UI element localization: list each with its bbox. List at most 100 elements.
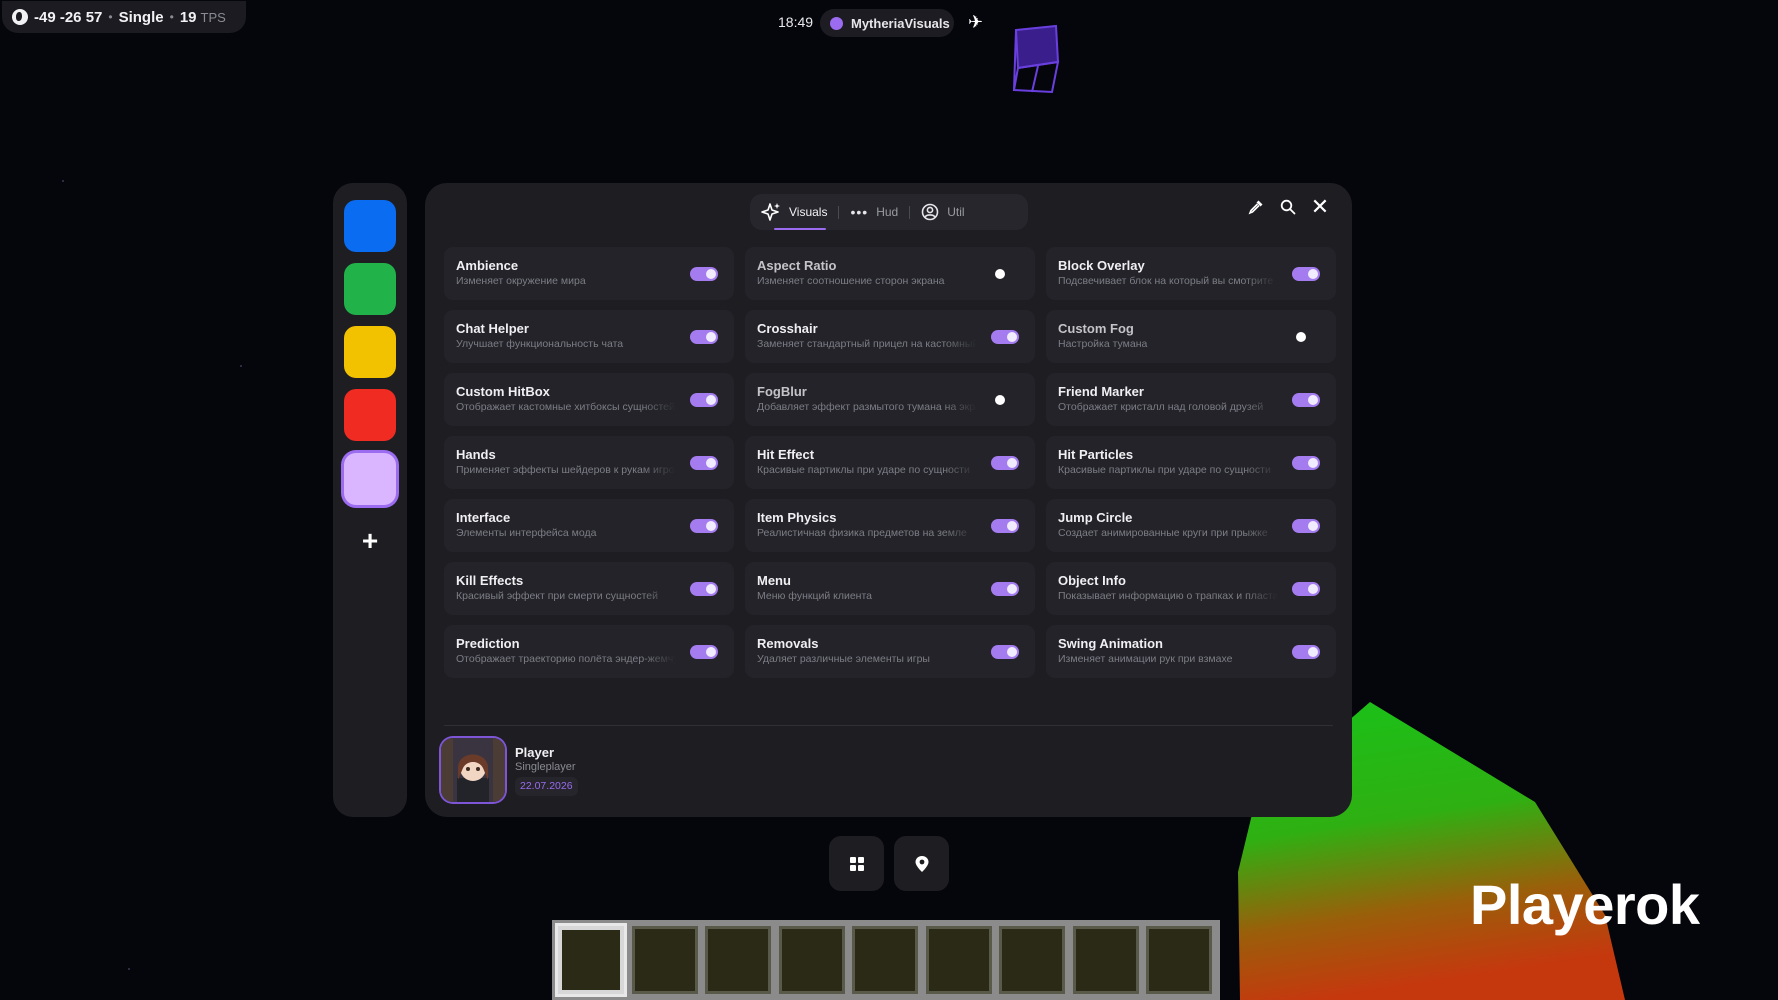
module-toggle[interactable]: [991, 393, 1019, 407]
module-card[interactable]: Menu Меню функций клиента: [745, 562, 1035, 615]
airplane-icon: ✈: [968, 12, 984, 32]
module-description: Создает анимированные круги при прыжке: [1058, 527, 1268, 539]
hotbar-slot[interactable]: [925, 926, 992, 994]
module-card[interactable]: Jump Circle Создает анимированные круги п…: [1046, 499, 1336, 552]
color-swatch-yellow[interactable]: [344, 326, 396, 378]
module-description: Изменяет соотношение сторон экрана: [757, 275, 945, 287]
sparkle-icon: [761, 203, 780, 221]
color-picker-button[interactable]: [1246, 197, 1266, 217]
module-card[interactable]: Removals Удаляет различные элементы игры: [745, 625, 1035, 678]
player-mode: Singleplayer: [515, 761, 576, 773]
search-icon: [1280, 199, 1296, 215]
module-card[interactable]: Hit Effect Красивые партиклы при ударе по…: [745, 436, 1035, 489]
color-swatch-lavender[interactable]: [344, 453, 396, 505]
module-grid: Ambience Изменяет окружение мира Aspect Ra…: [444, 247, 1336, 678]
module-description: Красивые партиклы при ударе по сущности: [757, 464, 970, 476]
wireframe-cube: [1012, 24, 1060, 94]
module-card[interactable]: Custom Fog Настройка тумана: [1046, 310, 1336, 363]
player-date-badge: 22.07.2026: [515, 777, 578, 796]
module-toggle[interactable]: [991, 330, 1019, 344]
module-card[interactable]: Hit Particles Красивые партиклы при ударе…: [1046, 436, 1336, 489]
close-button[interactable]: ✕: [1310, 194, 1330, 219]
module-description: Красивый эффект при смерти сущностей: [456, 590, 658, 602]
module-description: Подсвечивает блок на который вы смотрите: [1058, 275, 1274, 287]
module-description: Удаляет различные элементы игры: [757, 653, 930, 665]
client-name: MytheriaVisuals: [851, 15, 950, 31]
module-card[interactable]: Friend Marker Отображает кристалл над гол…: [1046, 373, 1336, 426]
module-card[interactable]: Chat Helper Улучшает функциональность чат…: [444, 310, 734, 363]
module-description: Меню функций клиента: [757, 590, 872, 602]
close-icon: ✕: [1310, 194, 1330, 219]
hotbar-slot[interactable]: [1146, 926, 1212, 994]
module-card[interactable]: Swing Animation Изменяет анимации рук при…: [1046, 625, 1336, 678]
module-toggle[interactable]: [690, 267, 718, 281]
color-swatch-red[interactable]: [344, 389, 396, 441]
module-card[interactable]: FogBlur Добавляет эффект размытого тумана…: [745, 373, 1035, 426]
module-toggle[interactable]: [690, 582, 718, 596]
module-card[interactable]: Crosshair Заменяет стандартный прицел на …: [745, 310, 1035, 363]
hotbar-slot[interactable]: [852, 926, 918, 994]
module-toggle[interactable]: [991, 645, 1019, 659]
module-toggle[interactable]: [991, 456, 1019, 470]
tps-value: 19: [179, 8, 197, 26]
module-card[interactable]: Kill Effects Красивый эффект при смерти с…: [444, 562, 734, 615]
module-description: Показывает информацию о трапках и пласта…: [1058, 590, 1278, 602]
module-card[interactable]: Prediction Отображает траекторию полёта э…: [444, 625, 734, 678]
module-description: Элементы интерфейса мода: [456, 527, 597, 539]
coordinates-text: -49 -26 57: [34, 8, 103, 26]
tab-visuals-label: Visuals: [789, 205, 828, 219]
module-card[interactable]: Aspect Ratio Изменяет соотношение сторон …: [745, 247, 1035, 300]
module-toggle[interactable]: [690, 519, 718, 533]
module-toggle[interactable]: [1292, 330, 1320, 344]
hotbar-slot[interactable]: [999, 926, 1065, 994]
color-swatch-green[interactable]: [344, 263, 396, 315]
module-description: Отображает траекторию полёта эндер-жемчу…: [456, 653, 676, 665]
module-toggle[interactable]: [991, 519, 1019, 533]
module-card[interactable]: Interface Элементы интерфейса мода: [444, 499, 734, 552]
avatar: [441, 738, 505, 802]
tab-hud[interactable]: ••• Hud: [839, 194, 909, 230]
module-card[interactable]: Ambience Изменяет окружение мира: [444, 247, 734, 300]
module-toggle[interactable]: [690, 330, 718, 344]
mode-text: Single: [118, 8, 164, 26]
module-toggle[interactable]: [1292, 645, 1320, 659]
module-description: Отображает кристалл над головой друзей: [1058, 401, 1264, 413]
module-card[interactable]: Item Physics Реалистичная физика предмето…: [745, 499, 1035, 552]
module-toggle[interactable]: [690, 456, 718, 470]
hotbar-slot[interactable]: [778, 926, 845, 994]
avatar-image: [441, 738, 505, 802]
widgets-button[interactable]: [829, 836, 884, 891]
module-card[interactable]: Object Info Показывает информацию о трапк…: [1046, 562, 1336, 615]
theme-color-panel: +: [333, 183, 407, 817]
hotbar-slot[interactable]: [558, 926, 624, 994]
module-card[interactable]: Block Overlay Подсвечивает блок на которы…: [1046, 247, 1336, 300]
add-color-button[interactable]: +: [333, 525, 407, 557]
module-card[interactable]: Custom HitBox Отображает кастомные хитбок…: [444, 373, 734, 426]
module-toggle[interactable]: [1292, 267, 1320, 281]
client-badge: MytheriaVisuals: [820, 9, 954, 37]
hotbar-slot[interactable]: [705, 926, 771, 994]
search-button[interactable]: [1278, 197, 1298, 217]
module-toggle[interactable]: [1292, 519, 1320, 533]
module-toggle[interactable]: [690, 645, 718, 659]
hotbar-slot[interactable]: [631, 926, 698, 994]
module-toggle[interactable]: [991, 267, 1019, 281]
map-pin-icon: [915, 855, 928, 872]
module-toggle[interactable]: [1292, 582, 1320, 596]
module-description: Изменяет окружение мира: [456, 275, 586, 287]
waypoints-button[interactable]: [894, 836, 949, 891]
module-toggle[interactable]: [1292, 393, 1320, 407]
module-toggle[interactable]: [991, 582, 1019, 596]
tab-visuals[interactable]: Visuals: [750, 194, 838, 230]
module-card[interactable]: Hands Применяет эффекты шейдеров к рукам …: [444, 436, 734, 489]
hotbar-slot[interactable]: [1072, 926, 1139, 994]
panel-actions: ✕: [1246, 194, 1330, 219]
module-toggle[interactable]: [690, 393, 718, 407]
tab-util[interactable]: Util: [910, 194, 975, 230]
profile-divider: [444, 725, 1333, 726]
module-toggle[interactable]: [1292, 456, 1320, 470]
client-dot-icon: [830, 16, 843, 30]
module-description: Отображает кастомные хитбоксы сущностей: [456, 401, 675, 413]
grid-icon: [849, 856, 864, 871]
color-swatch-blue[interactable]: [344, 200, 396, 252]
